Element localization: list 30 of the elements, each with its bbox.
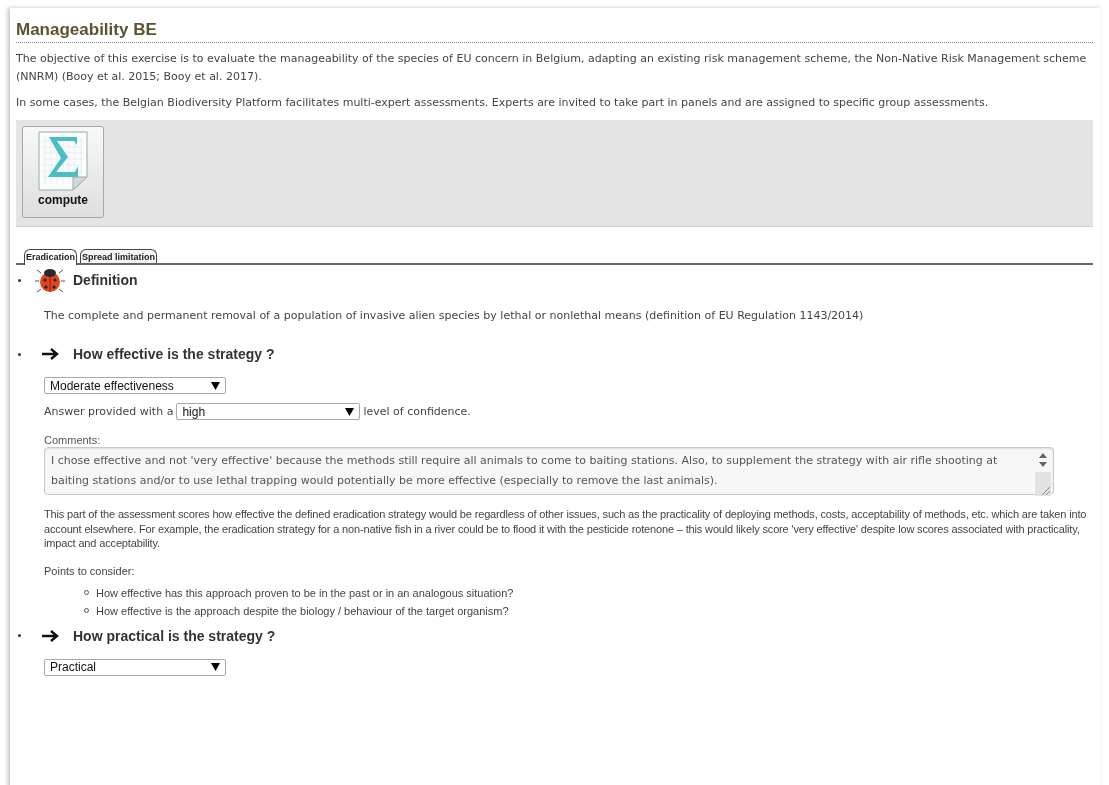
bullet-icon	[18, 352, 21, 356]
point-text: How effective has this approach proven to be in the past or in an analogous situation?	[96, 586, 514, 599]
arrow-icon	[41, 628, 59, 643]
confidence-label: level of confidence.	[363, 405, 471, 418]
caret-icon	[345, 407, 355, 416]
description-text: This part of the assessment scores how effective the defined eradication strategy would be regardless of other issues, such as the practicality of deploying methods, costs, acceptability of methods, etc. which are taken into account elsewhere. For example, the eradication strategy for a non-native fish in a river could be to flood it with the pesticide rotenone – this would likely score 'very effective' despite low scores associated with practicality, impact and acceptability.	[44, 507, 1088, 551]
intro-paragraph: In some cases, the Belgian Biodiversity Platform facilitates multi-expert assessments. Experts are invited to take part in panels and are assigned to specific group assessments.	[16, 95, 990, 111]
intro-paragraph: The objective of this exercise is to evaluate the manageability of the species of EU concern in Belgium, adapting an existing risk management scheme, the Non-Native Risk Management scheme (NNRM) (Booy et al. 2015; Booy et al. 2017).	[16, 51, 1088, 85]
comments-field[interactable]: I chose effective and not 'very effective' because the methods still require all animals to come to baiting stations. Also, to supplement the strategy with air rifle shooting at baiting stations and/or to use lethal trapping would potentially be more effective (especially to remove the last animals).	[44, 447, 1054, 495]
sigma-document-icon	[37, 131, 89, 191]
dropdown[interactable]: high	[176, 403, 361, 420]
tab[interactable]: Spread limitation	[80, 249, 158, 263]
comments-label: Comments:	[44, 434, 102, 446]
arrow-icon	[41, 347, 59, 361]
section-heading: Definition	[73, 272, 138, 288]
points-label: Points to consider:	[44, 564, 136, 577]
bullet-icon	[18, 278, 21, 282]
dropdown[interactable]: Practical	[44, 658, 226, 676]
point-text: How effective is the approach despite the biology / behaviour of the target organism?	[96, 604, 509, 617]
page-title: Manageability BE	[16, 20, 1093, 43]
compute-button[interactable]: compute	[22, 126, 104, 218]
bullet-icon	[18, 634, 21, 637]
tab[interactable]: Eradication	[24, 249, 77, 265]
caret-icon	[211, 381, 220, 390]
definition-text: The complete and permanent removal of a population of invasive alien species by lethal or nonlethal means (definition of EU Regulation 1143/2014)	[44, 308, 865, 324]
section-heading: How effective is the strategy ?	[73, 346, 275, 362]
caret-icon	[211, 663, 220, 671]
confidence-label: Answer provided with a	[44, 405, 174, 418]
section-heading: How practical is the strategy ?	[73, 627, 276, 644]
dropdown[interactable]: Moderate effectiveness	[44, 377, 226, 394]
